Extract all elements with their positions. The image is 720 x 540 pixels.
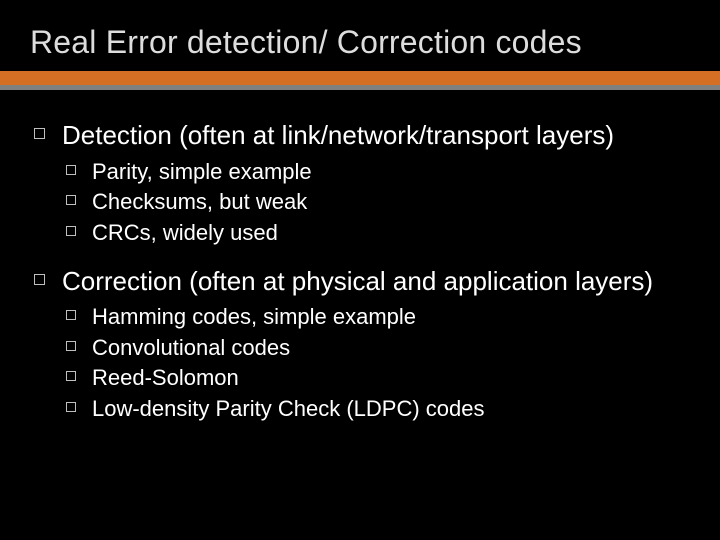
section-heading-text: Detection (often at link/network/transpo… [62,120,614,150]
square-bullet-icon [34,128,45,139]
sub-list: Hamming codes, simple example Convolutio… [92,303,676,423]
list-item-text: CRCs, widely used [92,220,278,245]
list-item-text: Low-density Parity Check (LDPC) codes [92,396,484,421]
list-item: Hamming codes, simple example [92,303,676,332]
list-item: Parity, simple example [92,158,676,187]
list-item: CRCs, widely used [92,219,676,248]
section-heading: Correction (often at physical and applic… [62,266,676,298]
sub-list: Parity, simple example Checksums, but we… [92,158,676,248]
list-item-text: Parity, simple example [92,159,312,184]
list-item: Checksums, but weak [92,188,676,217]
slide-body: Detection (often at link/network/transpo… [0,90,720,424]
square-bullet-icon [66,165,76,175]
list-item-text: Reed-Solomon [92,365,239,390]
square-bullet-icon [66,195,76,205]
list-item: Convolutional codes [92,334,676,363]
square-bullet-icon [66,310,76,320]
section-heading-text: Correction (often at physical and applic… [62,266,653,296]
section-heading: Detection (often at link/network/transpo… [62,120,676,152]
list-item: Reed-Solomon [92,364,676,393]
square-bullet-icon [66,341,76,351]
slide: Real Error detection/ Correction codes D… [0,0,720,540]
list-item-text: Convolutional codes [92,335,290,360]
list-item-text: Checksums, but weak [92,189,307,214]
list-item: Low-density Parity Check (LDPC) codes [92,395,676,424]
square-bullet-icon [66,371,76,381]
square-bullet-icon [34,274,45,285]
list-item-text: Hamming codes, simple example [92,304,416,329]
divider-orange [0,71,720,85]
slide-title: Real Error detection/ Correction codes [0,0,720,71]
square-bullet-icon [66,402,76,412]
square-bullet-icon [66,226,76,236]
